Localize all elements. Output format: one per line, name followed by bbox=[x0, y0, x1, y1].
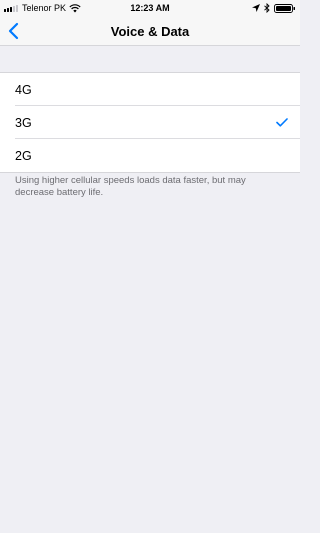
battery-icon bbox=[274, 3, 295, 13]
status-right bbox=[252, 3, 296, 13]
navigation-bar: Voice & Data bbox=[0, 16, 300, 46]
bluetooth-icon bbox=[264, 3, 270, 13]
option-label: 3G bbox=[15, 116, 32, 130]
network-options-list: 4G 3G 2G bbox=[0, 72, 300, 173]
option-label: 2G bbox=[15, 149, 32, 163]
page-title: Voice & Data bbox=[110, 24, 190, 39]
status-bar: Telenor PK 12:23 AM bbox=[0, 0, 300, 16]
checkmark-icon bbox=[276, 118, 288, 127]
option-3g-row[interactable]: 3G bbox=[0, 106, 300, 139]
footer-note: Using higher cellular speeds loads data … bbox=[15, 175, 246, 198]
location-arrow-icon bbox=[252, 4, 260, 12]
option-2g-row[interactable]: 2G bbox=[0, 139, 300, 172]
option-4g-row[interactable]: 4G bbox=[0, 73, 300, 106]
option-label: 4G bbox=[15, 83, 32, 97]
